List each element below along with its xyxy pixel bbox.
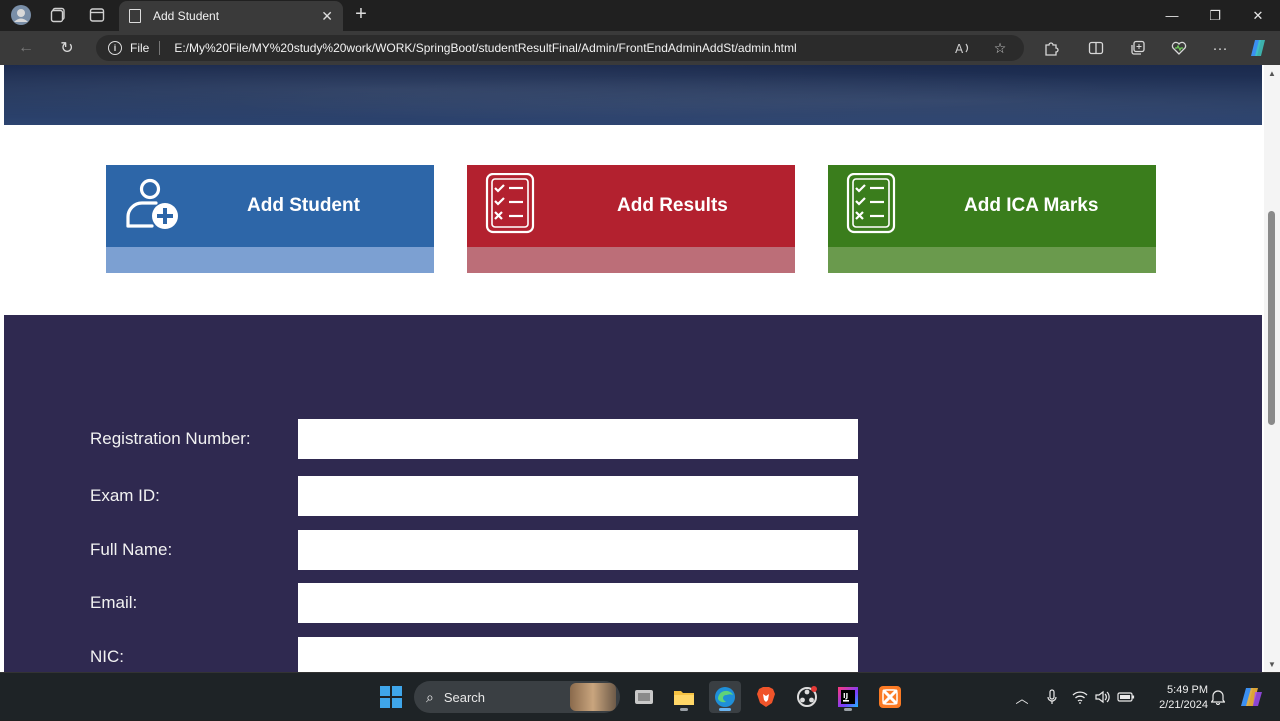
search-highlight-image — [570, 683, 616, 711]
registration-number-input[interactable] — [298, 419, 858, 459]
workspaces-icon[interactable] — [45, 3, 71, 27]
copilot-taskbar-icon[interactable] — [1236, 681, 1268, 713]
microphone-icon[interactable] — [1042, 687, 1062, 707]
notifications-bell-icon[interactable] — [1208, 687, 1228, 707]
nic-label: NIC: — [90, 647, 124, 666]
page-scrollbar[interactable]: ▲ ▼ — [1264, 65, 1280, 672]
full-name-row: Full Name: — [90, 530, 860, 570]
address-bar[interactable]: i File E:/My%20File/MY%20study%20work/WO… — [96, 35, 1024, 61]
tab-actions-icon[interactable] — [84, 3, 110, 27]
url-text[interactable]: E:/My%20File/MY%20study%20work/WORK/Spri… — [174, 41, 796, 55]
email-row: Email: — [90, 583, 860, 623]
minimize-button[interactable]: — — [1150, 0, 1194, 31]
add-results-card[interactable]: Add Results — [467, 165, 795, 273]
obs-recording-icon[interactable] — [791, 681, 823, 713]
tab-title: Add Student — [153, 9, 220, 23]
add-student-card[interactable]: Add Student — [106, 165, 434, 273]
add-ica-marks-card[interactable]: Add ICA Marks — [828, 165, 1156, 273]
file-scheme-label: File — [130, 41, 150, 55]
info-icon[interactable]: i — [108, 41, 122, 55]
title-bar: Add Student ✕ + — ❐ ✕ — [0, 0, 1280, 31]
full-name-label: Full Name: — [90, 540, 173, 559]
volume-icon[interactable] — [1093, 687, 1113, 707]
scroll-up-arrow-icon[interactable]: ▲ — [1264, 65, 1280, 81]
browser-essentials-icon[interactable] — [1166, 36, 1192, 60]
scroll-thumb[interactable] — [1268, 211, 1275, 425]
exam-id-row: Exam ID: — [90, 476, 860, 516]
collections-icon[interactable] — [1125, 36, 1151, 60]
profile-avatar-icon[interactable] — [8, 3, 34, 27]
url-separator — [159, 41, 161, 55]
exam-id-input[interactable] — [298, 476, 858, 516]
header-banner-image — [4, 65, 1262, 125]
new-tab-button[interactable]: + — [350, 3, 372, 27]
read-aloud-icon[interactable]: A — [951, 36, 975, 60]
checklist-icon — [844, 172, 906, 235]
page-viewport: Add Student Add Results Add ICA Marks Re… — [0, 65, 1264, 672]
brave-browser-icon[interactable] — [750, 681, 782, 713]
email-label: Email: — [90, 593, 138, 612]
close-tab-icon[interactable]: ✕ — [321, 8, 333, 25]
windows-start-icon[interactable] — [375, 681, 407, 713]
favorite-star-icon[interactable]: ☆ — [988, 36, 1012, 60]
taskbar: ⌕ Search IJ ︿ 5:49 PM 2/21/2024 — [0, 672, 1280, 720]
search-icon: ⌕ — [426, 688, 434, 705]
restore-button[interactable]: ❐ — [1193, 0, 1237, 31]
exam-id-label: Exam ID: — [90, 486, 160, 505]
add-student-form: Registration Number: Exam ID: Full Name:… — [4, 315, 1262, 672]
copilot-icon[interactable] — [1246, 36, 1272, 60]
nic-row: NIC: — [90, 637, 860, 672]
system-clock[interactable]: 5:49 PM 2/21/2024 — [1146, 683, 1208, 713]
battery-icon[interactable] — [1116, 687, 1136, 707]
email-input[interactable] — [298, 583, 858, 623]
wifi-icon[interactable] — [1070, 687, 1090, 707]
close-window-button[interactable]: ✕ — [1236, 0, 1280, 31]
more-options-icon[interactable]: ··· — [1207, 36, 1233, 60]
intellij-idea-icon[interactable]: IJ — [832, 681, 864, 713]
svg-text:A: A — [955, 42, 964, 55]
show-hidden-icons-chevron-icon[interactable]: ︿ — [1012, 687, 1032, 707]
file-explorer-icon[interactable] — [668, 681, 700, 713]
address-bar-row: ← ↻ i File E:/My%20File/MY%20study%20wor… — [0, 31, 1280, 65]
clock-time: 5:49 PM — [1167, 684, 1208, 696]
split-screen-icon[interactable] — [1083, 36, 1109, 60]
scroll-down-arrow-icon[interactable]: ▼ — [1264, 656, 1280, 672]
taskbar-search[interactable]: ⌕ Search — [414, 681, 620, 713]
checklist-icon — [483, 172, 545, 235]
nic-input[interactable] — [298, 637, 858, 672]
edge-browser-icon[interactable] — [709, 681, 741, 713]
back-arrow-icon[interactable]: ← — [13, 36, 39, 60]
registration-number-label: Registration Number: — [90, 429, 251, 448]
tab-add-student[interactable]: Add Student ✕ — [119, 1, 343, 31]
add-ica-marks-label: Add ICA Marks — [964, 195, 1099, 216]
xampp-icon[interactable] — [874, 681, 906, 713]
task-view-icon[interactable] — [628, 681, 660, 713]
extensions-icon[interactable] — [1038, 36, 1064, 60]
add-results-label: Add Results — [617, 195, 728, 216]
full-name-input[interactable] — [298, 530, 858, 570]
add-results-card-top[interactable]: Add Results — [467, 165, 795, 247]
document-icon — [129, 9, 141, 23]
add-user-icon — [122, 173, 184, 235]
registration-number-row: Registration Number: — [90, 419, 860, 459]
search-label: Search — [443, 689, 486, 705]
add-ica-marks-card-top[interactable]: Add ICA Marks — [828, 165, 1156, 247]
add-student-card-footer — [106, 247, 434, 273]
add-results-card-footer — [467, 247, 795, 273]
add-ica-marks-card-footer — [828, 247, 1156, 273]
svg-text:IJ: IJ — [843, 692, 848, 700]
refresh-icon[interactable]: ↻ — [54, 36, 80, 60]
add-student-label: Add Student — [247, 195, 360, 216]
clock-date: 2/21/2024 — [1159, 699, 1208, 711]
add-student-card-top[interactable]: Add Student — [106, 165, 434, 247]
